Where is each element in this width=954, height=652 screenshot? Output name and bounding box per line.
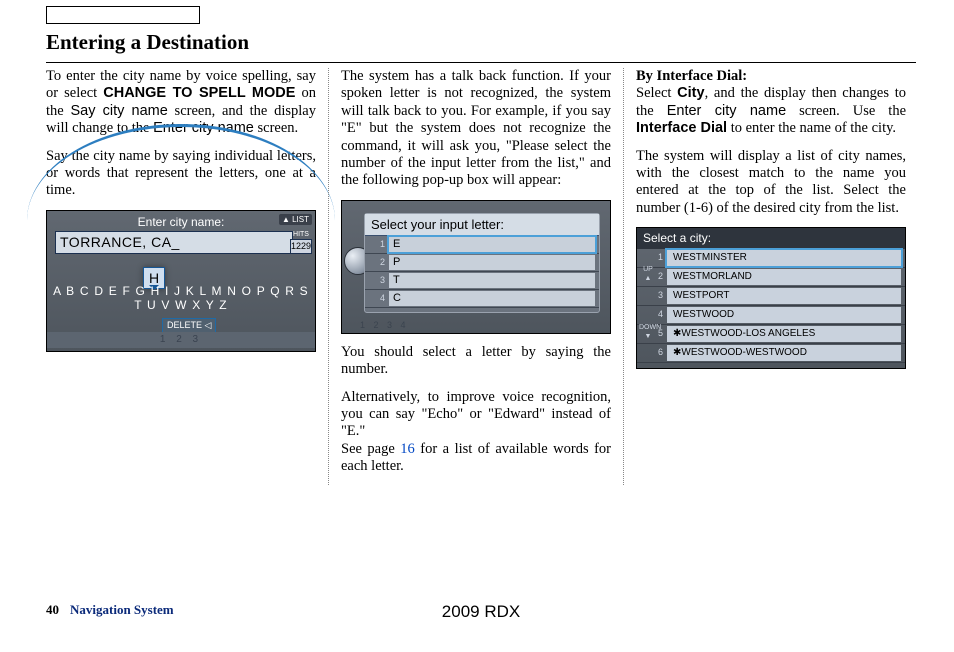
delete-button[interactable]: DELETE ◁	[162, 318, 216, 333]
list-item[interactable]: 6 ✱WESTWOOD-WESTWOOD	[637, 344, 905, 363]
page-title: Entering a Destination	[46, 30, 249, 55]
row-value: WESTMORLAND	[667, 269, 901, 285]
row-number: 3	[365, 275, 389, 286]
row-value: ✱WESTWOOD-LOS ANGELES	[667, 326, 901, 342]
model-year: 2009 RDX	[442, 602, 520, 622]
text-bold: City	[677, 85, 704, 101]
list-item[interactable]: 5 ✱WESTWOOD-LOS ANGELES	[637, 325, 905, 344]
col3-para2: The system will display a list of city n…	[636, 148, 906, 218]
col3-para1: By Interface Dial: Select City, and the …	[636, 68, 906, 138]
title-rule	[46, 62, 916, 63]
row-value: WESTMINSTER	[667, 250, 901, 266]
text: screen. Use the	[786, 103, 906, 119]
up-scroll-icon[interactable]: UP ▲	[639, 266, 657, 283]
screen-name: Enter city name	[667, 103, 786, 119]
column-2: The system has a talk back function. If …	[328, 68, 623, 485]
page-link[interactable]: 16	[400, 441, 415, 457]
list-item[interactable]: 1 E	[365, 236, 599, 254]
screen-name: Say city name	[70, 103, 167, 119]
screenshot-select-input-letter: Select your input letter: 1 E 2 P 3 T 4 …	[341, 200, 611, 334]
text-bold: Interface Dial	[636, 120, 727, 136]
subheading: By Interface Dial:	[636, 68, 747, 84]
text: Select	[636, 85, 677, 101]
content-columns: To enter the city name by voice spelling…	[46, 68, 916, 485]
list-item[interactable]: 3 T	[365, 272, 599, 290]
header-blank-box	[46, 6, 200, 24]
screenshot-select-city: Select a city: UP ▲ DOWN ▼ 1 WESTMINSTER…	[636, 227, 906, 369]
row-number: 1	[637, 252, 667, 263]
list-item[interactable]: 2 WESTMORLAND	[637, 268, 905, 287]
text-bold: CHANGE TO SPELL MODE	[103, 85, 295, 101]
row-value: E	[389, 237, 595, 252]
row-value: WESTPORT	[667, 288, 901, 304]
screenshot-enter-city-name: Enter city name: ▲ LIST TORRANCE, CA_ HI…	[46, 210, 316, 352]
down-scroll-icon[interactable]: DOWN ▼	[639, 324, 657, 341]
text: to enter the name of the city.	[727, 120, 896, 136]
row-number: 3	[637, 290, 667, 301]
row-number: 2	[365, 257, 389, 268]
row-number: 1	[365, 239, 389, 250]
alphabet-row[interactable]: A B C D E F G H I J K L M N O P Q R S T …	[47, 284, 315, 313]
page-number: 40	[46, 602, 59, 618]
list-item[interactable]: 4 WESTWOOD	[637, 306, 905, 325]
row-value: T	[389, 273, 595, 288]
row-value: C	[389, 291, 595, 306]
row-value: WESTWOOD	[667, 307, 901, 323]
column-3: By Interface Dial: Select City, and the …	[623, 68, 918, 485]
text: Alternatively, to improve voice recognit…	[341, 389, 611, 440]
row-number: 4	[365, 293, 389, 304]
page-footer: 40 Navigation System 2009 RDX	[46, 602, 916, 622]
col2-para2: You should select a letter by saying the…	[341, 344, 611, 379]
row-value: ✱WESTWOOD-WESTWOOD	[667, 345, 901, 361]
ss2-panel: Select your input letter: 1 E 2 P 3 T 4 …	[364, 213, 600, 314]
ss3-header: Select a city:	[637, 228, 905, 248]
col2-para3: Alternatively, to improve voice recognit…	[341, 389, 611, 476]
row-value: P	[389, 255, 595, 270]
row-number: 4	[637, 309, 667, 320]
list-item[interactable]: 3 WESTPORT	[637, 287, 905, 306]
column-1: To enter the city name by voice spelling…	[46, 68, 328, 485]
col2-para1: The system has a talk back function. If …	[341, 68, 611, 190]
list-item[interactable]: 2 P	[365, 254, 599, 272]
text: screen.	[254, 120, 298, 136]
section-name: Navigation System	[70, 602, 174, 618]
number-row[interactable]: 1 2 3	[47, 332, 315, 348]
text: See page	[341, 441, 400, 457]
list-item[interactable]: 4 C	[365, 290, 599, 308]
ss2-bottom-numbers: 1 2 3 4	[360, 320, 409, 331]
list-item[interactable]: 1 WESTMINSTER	[637, 249, 905, 268]
ss2-header: Select your input letter:	[365, 214, 599, 237]
row-number: 6	[637, 347, 667, 358]
